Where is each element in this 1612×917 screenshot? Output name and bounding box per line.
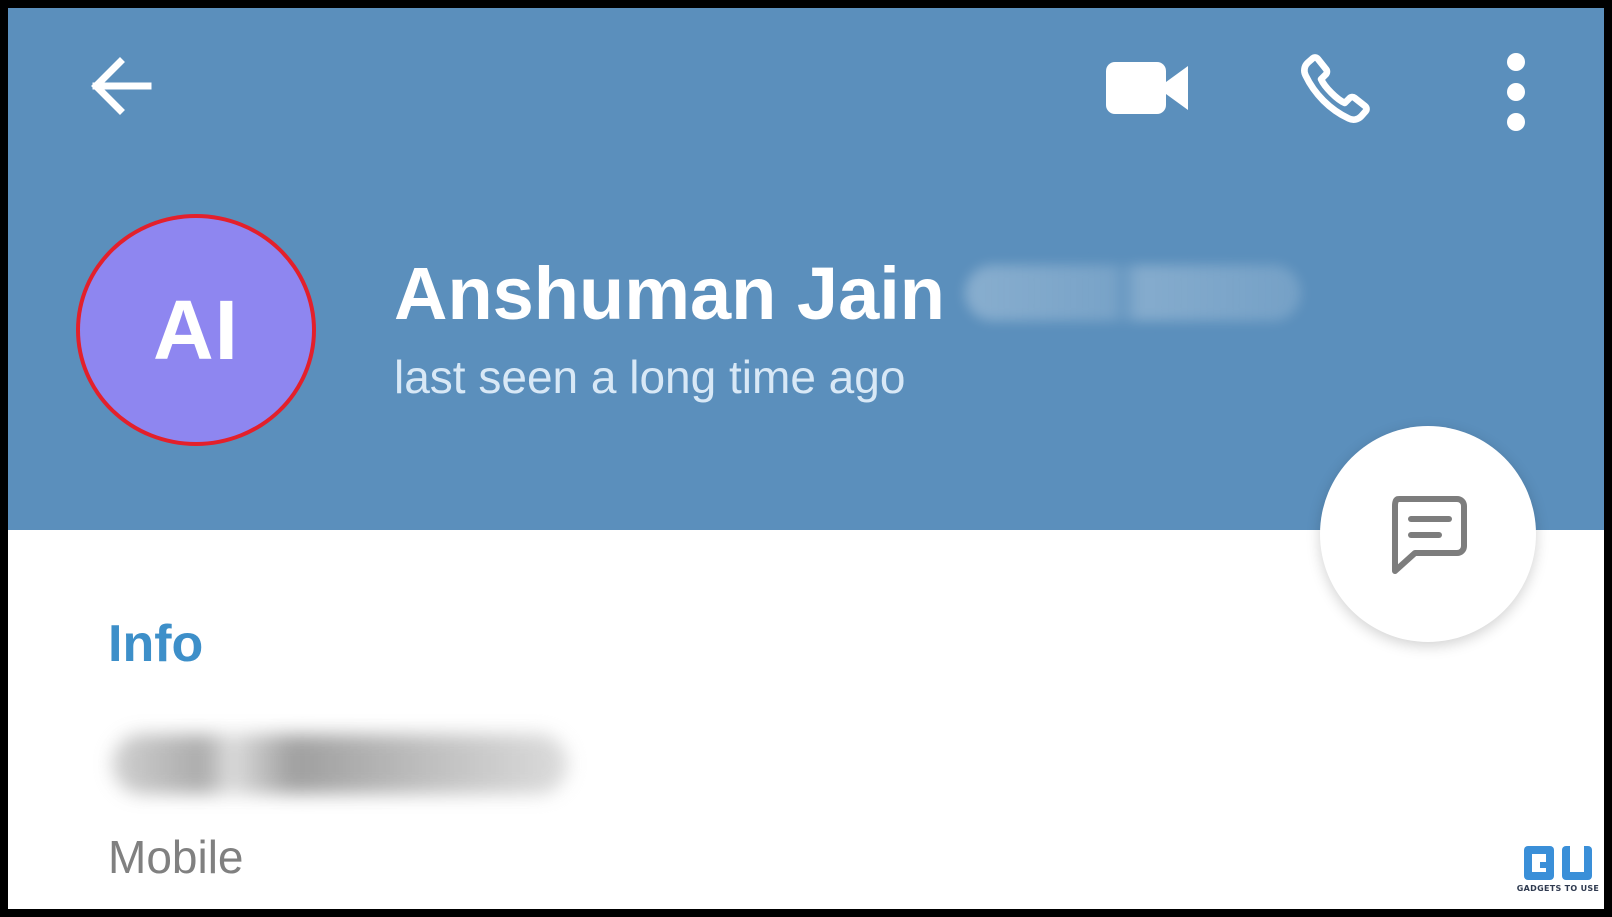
- profile-name-row: Anshuman Jain: [394, 248, 1301, 338]
- phone-icon: [1301, 54, 1370, 123]
- back-button[interactable]: [80, 46, 160, 126]
- watermark-caption: GADGETS TO USE: [1516, 884, 1600, 893]
- avatar[interactable]: AI: [80, 218, 312, 442]
- send-message-button[interactable]: [1320, 426, 1536, 642]
- avatar-initials: AI: [153, 282, 239, 377]
- more-options-button[interactable]: [1494, 44, 1538, 140]
- info-section-title: Info: [108, 615, 204, 673]
- redacted-surname: [965, 265, 1301, 321]
- more-vertical-icon: [1507, 53, 1525, 131]
- phone-type-label: Mobile: [108, 831, 244, 883]
- last-seen-status: last seen a long time ago: [394, 351, 906, 403]
- video-call-button[interactable]: [1098, 48, 1198, 128]
- arrow-left-icon: [91, 57, 152, 115]
- app-screen: AI Anshuman Jain last seen a long time a…: [0, 0, 1612, 917]
- voice-call-button[interactable]: [1290, 44, 1380, 134]
- gadgets-to-use-logo: GADGETS TO USE: [1516, 844, 1600, 900]
- redacted-phone-number[interactable]: [112, 734, 568, 794]
- video-camera-icon: [1106, 62, 1188, 114]
- message-icon: [1392, 496, 1467, 574]
- profile-name: Anshuman Jain: [394, 251, 945, 335]
- gadgets-to-use-logo-mark: [1524, 846, 1592, 880]
